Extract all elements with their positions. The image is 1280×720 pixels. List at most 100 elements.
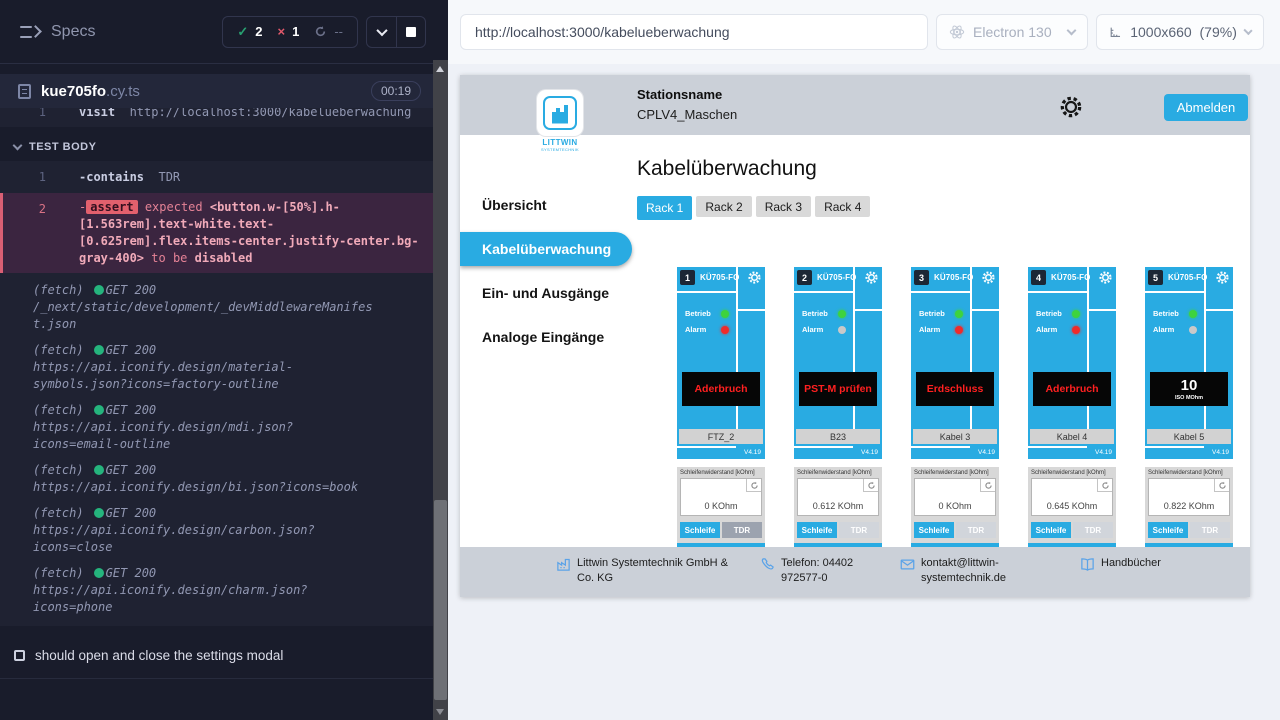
tab-rack-4[interactable]: Rack 4 <box>815 196 870 217</box>
viewport-select[interactable]: 1000x660 (79%) <box>1096 14 1264 50</box>
status-ok-dot <box>94 568 104 578</box>
footer-manuals[interactable]: Handbücher <box>1080 556 1161 572</box>
schleife-button[interactable]: Schleife <box>797 522 837 538</box>
sidebar-item-analoge-eingaenge[interactable]: Analoge Eingänge <box>460 320 625 354</box>
rack-module-list: 1 KÜ705-FO Betrieb Alarm Aderbruch FTZ_2… <box>677 267 1233 567</box>
divider <box>0 678 433 679</box>
logout-button[interactable]: Abmelden <box>1164 94 1248 121</box>
test-stats: ✓2 ×1 -- <box>222 16 358 48</box>
refresh-icon[interactable] <box>746 479 761 492</box>
fetch-log-entry[interactable]: (fetch)GET 200https://api.iconify.design… <box>0 565 433 616</box>
schleife-button[interactable]: Schleife <box>1031 522 1071 538</box>
module-gear-icon[interactable] <box>981 270 996 285</box>
tdr-button[interactable]: TDR <box>839 522 879 538</box>
loop-value-box: 0.612 KOhm <box>797 478 879 516</box>
module-model: KÜ705-FO <box>934 273 973 282</box>
module-display: Aderbruch <box>1033 372 1111 406</box>
status-ok-dot <box>94 508 104 518</box>
pending-test-row[interactable]: should open and close the settings modal <box>0 648 433 663</box>
tab-rack-1[interactable]: Rack 1 <box>637 196 692 220</box>
sidebar-item-kabelueberwachung[interactable]: Kabelüberwachung <box>460 232 632 266</box>
aut-toolbar: Electron 130 1000x660 (79%) <box>448 0 1280 64</box>
reporter-header: Specs ✓2 ×1 -- <box>0 0 433 64</box>
fetch-log-entry[interactable]: (fetch)GET 200https://api.iconify.design… <box>0 462 433 496</box>
settings-gear-icon[interactable] <box>1058 94 1084 120</box>
sidebar-item-ein-und-ausgaenge[interactable]: Ein- und Ausgänge <box>460 276 625 310</box>
chevron-down-icon <box>1067 26 1077 36</box>
scrollbar-thumb[interactable] <box>434 500 447 700</box>
contains-command-row[interactable]: 1 -contains TDR <box>0 165 433 189</box>
tdr-button[interactable]: TDR <box>1190 522 1230 538</box>
loop-value: 0.612 KOhm <box>798 501 878 511</box>
spec-file-row[interactable]: kue705fo.cy.ts 00:19 <box>0 74 433 108</box>
fetch-log-entry[interactable]: (fetch)GET 200/_next/static/development/… <box>0 282 433 333</box>
specs-menu-icon[interactable] <box>20 24 40 40</box>
module-model: KÜ705-FO <box>1051 273 1090 282</box>
specs-title[interactable]: Specs <box>51 23 95 41</box>
fetch-log-entry[interactable]: (fetch)GET 200https://api.iconify.design… <box>0 342 433 393</box>
pending-refresh-icon <box>314 25 327 38</box>
tdr-button[interactable]: TDR <box>956 522 996 538</box>
page-title: Kabelüberwachung <box>637 157 817 181</box>
app-under-test: Stationsname CPLV4_Maschen Abmelden LITT… <box>460 75 1250 597</box>
module-gear-icon[interactable] <box>1098 270 1113 285</box>
scroll-up-arrow-icon[interactable] <box>436 66 444 72</box>
rack-module-card: 3 KÜ705-FO Betrieb Alarm Erdschluss Kabe… <box>911 267 999 567</box>
footer-email: kontakt@littwin-systemtechnik.de <box>900 556 1040 586</box>
url-input[interactable] <box>460 14 928 50</box>
module-display: PST-M prüfen <box>799 372 877 406</box>
cable-label: B23 <box>796 429 880 444</box>
email-icon <box>900 557 915 572</box>
refresh-icon[interactable] <box>1214 479 1229 492</box>
module-gear-icon[interactable] <box>747 270 762 285</box>
fetch-log-entry[interactable]: (fetch)GET 200https://api.iconify.design… <box>0 402 433 453</box>
test-body-toggle[interactable]: TEST BODY <box>0 127 433 161</box>
visit-command-row[interactable]: 1 visit http://localhost:3000/kabelueber… <box>0 108 433 127</box>
browser-select[interactable]: Electron 130 <box>936 14 1088 50</box>
schleife-button[interactable]: Schleife <box>680 522 720 538</box>
refresh-icon[interactable] <box>1097 479 1112 492</box>
littwin-logo-text: LITTWIN SYSTEMTECHNIK <box>530 138 590 152</box>
spec-duration-badge: 00:19 <box>371 81 421 101</box>
reporter-scrollbar <box>433 0 448 720</box>
status-ok-dot <box>94 465 104 475</box>
alarm-led <box>838 326 846 334</box>
loop-resistance-panel: Schleifenwiderstand [kOhm] 0 KOhm Schlei… <box>677 467 765 543</box>
collapse-chevron-button[interactable] <box>367 17 396 47</box>
tdr-button[interactable]: TDR <box>722 522 762 538</box>
module-gear-icon[interactable] <box>864 270 879 285</box>
phone-icon <box>760 557 775 572</box>
sidebar-item-uebersicht[interactable]: Übersicht <box>460 188 625 222</box>
visit-url: http://localhost:3000/kabelueberwachung <box>130 108 412 119</box>
rack-module-card: 1 KÜ705-FO Betrieb Alarm Aderbruch FTZ_2… <box>677 267 765 567</box>
refresh-icon[interactable] <box>980 479 995 492</box>
fetch-log-entry[interactable]: (fetch)GET 200https://api.iconify.design… <box>0 505 433 556</box>
module-model: KÜ705-FO <box>817 273 856 282</box>
scroll-down-arrow-icon[interactable] <box>436 709 444 715</box>
chevron-down-icon <box>376 24 387 35</box>
assert-failed-row[interactable]: 2 -assert expected <button.w-[50%].h-[1.… <box>0 193 433 273</box>
loop-resistance-panel: Schleifenwiderstand [kOhm] 0.645 KOhm Sc… <box>1028 467 1116 543</box>
tab-rack-3[interactable]: Rack 3 <box>756 196 811 217</box>
scrollbar-track[interactable] <box>433 60 448 720</box>
cable-label: Kabel 5 <box>1147 429 1231 444</box>
tab-rack-2[interactable]: Rack 2 <box>696 196 751 217</box>
footer-phone: Telefon: 04402 972577-0 <box>760 556 888 586</box>
schleife-button[interactable]: Schleife <box>1148 522 1188 538</box>
loop-resistance-panel: Schleifenwiderstand [kOhm] 0 KOhm Schlei… <box>911 467 999 543</box>
assert-message: -assert expected <button.w-[50%].h-[1.56… <box>46 199 433 267</box>
chevron-down-icon <box>13 141 23 151</box>
schleife-button[interactable]: Schleife <box>914 522 954 538</box>
loop-value: 0.645 KOhm <box>1032 501 1112 511</box>
module-gear-icon[interactable] <box>1215 270 1230 285</box>
refresh-icon[interactable] <box>863 479 878 492</box>
module-model: KÜ705-FO <box>1168 273 1207 282</box>
module-number: 3 <box>914 270 929 285</box>
status-ok-dot <box>94 345 104 355</box>
tdr-button[interactable]: TDR <box>1073 522 1113 538</box>
stop-button[interactable] <box>396 17 425 47</box>
cable-label: Kabel 4 <box>1030 429 1114 444</box>
loop-value: 0 KOhm <box>915 501 995 511</box>
spec-file-icon <box>18 84 31 99</box>
book-icon <box>1080 557 1095 572</box>
